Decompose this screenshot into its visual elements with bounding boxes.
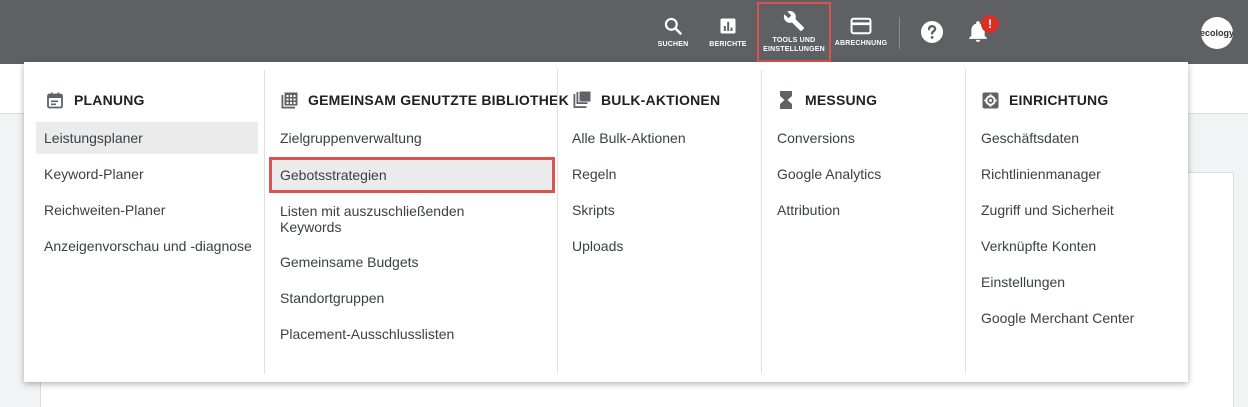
menu-item-skripts[interactable]: Skripts	[572, 202, 615, 218]
wrench-icon	[783, 11, 805, 32]
topbar-divider	[899, 17, 900, 49]
menu-item-verknuepfte-konten[interactable]: Verknüpfte Konten	[981, 238, 1096, 254]
column-planung: PLANUNG Leistungsplaner Keyword-Planer R…	[36, 70, 265, 374]
column-title: GEMEINSAM GENUTZTE BIBLIOTHEK	[308, 92, 569, 108]
column-einrichtung: EINRICHTUNG Geschäftsdaten Richtlinienma…	[965, 70, 1180, 374]
top-navigation-bar: SUCHEN BERICHTE TOOLS UND EINSTELLUNGEN …	[0, 0, 1248, 64]
tools-label-line1: TOOLS UND	[772, 37, 816, 44]
menu-item-gebotsstrategien[interactable]: Gebotsstrategien	[269, 157, 555, 193]
billing-label: ABRECHNUNG	[834, 39, 888, 47]
column-header: PLANUNG	[46, 88, 145, 112]
column-header: GEMEINSAM GENUTZTE BIBLIOTHEK	[280, 88, 569, 112]
column-title: BULK-AKTIONEN	[601, 92, 721, 108]
search-icon	[664, 17, 682, 35]
search-button[interactable]: SUCHEN	[651, 0, 695, 64]
column-messung: MESSUNG Conversions Google Analytics Att…	[761, 70, 965, 374]
menu-item-gemeinsame-budgets[interactable]: Gemeinsame Budgets	[280, 254, 419, 270]
column-title: EINRICHTUNG	[1009, 92, 1109, 108]
hourglass-icon	[777, 91, 795, 109]
tools-menu-panel: PLANUNG Leistungsplaner Keyword-Planer R…	[24, 62, 1188, 382]
menu-item-attribution[interactable]: Attribution	[777, 202, 840, 218]
menu-item-geschaeftsdaten[interactable]: Geschäftsdaten	[981, 130, 1079, 146]
menu-item-regeln[interactable]: Regeln	[572, 166, 616, 182]
column-header: MESSUNG	[777, 88, 877, 112]
menu-item-zugriff-und-sicherheit[interactable]: Zugriff und Sicherheit	[981, 202, 1114, 218]
column-header: BULK-AKTIONEN	[573, 88, 720, 112]
menu-item-ausschluss-keywords[interactable]: Listen mit auszuschließenden Keywords	[280, 203, 500, 235]
column-bibliothek: GEMEINSAM GENUTZTE BIBLIOTHEK Zielgruppe…	[264, 70, 569, 374]
menu-item-einstellungen[interactable]: Einstellungen	[981, 274, 1065, 290]
billing-button[interactable]: ABRECHNUNG	[832, 0, 890, 64]
bar-chart-icon	[720, 18, 736, 33]
menu-item-alle-bulk-aktionen[interactable]: Alle Bulk-Aktionen	[572, 130, 686, 146]
credit-card-icon	[850, 17, 872, 34]
copy-icon	[573, 91, 591, 109]
tools-label-line2: EINSTELLUNGEN	[763, 46, 825, 53]
menu-item-google-analytics[interactable]: Google Analytics	[777, 166, 881, 182]
reports-button[interactable]: BERICHTE	[706, 0, 750, 64]
menu-item-leistungsplaner[interactable]: Leistungsplaner	[36, 122, 258, 154]
help-button[interactable]	[914, 0, 950, 64]
notification-badge: !	[981, 15, 999, 33]
avatar[interactable]: ecology	[1201, 17, 1233, 49]
menu-item-anzeigenvorschau[interactable]: Anzeigenvorschau und -diagnose	[44, 238, 252, 254]
menu-item-google-merchant-center[interactable]: Google Merchant Center	[981, 310, 1134, 326]
column-title: MESSUNG	[805, 92, 878, 108]
menu-item-keyword-planer[interactable]: Keyword-Planer	[44, 166, 144, 182]
library-icon	[280, 91, 298, 109]
menu-item-placement-ausschlusslisten[interactable]: Placement-Ausschlusslisten	[280, 326, 454, 342]
tools-and-settings-button[interactable]: TOOLS UND EINSTELLUNGEN	[757, 2, 831, 62]
reports-label: BERICHTE	[709, 40, 747, 48]
menu-item-reichweiten-planer[interactable]: Reichweiten-Planer	[44, 202, 165, 218]
settings-icon	[981, 91, 999, 109]
search-label: SUCHEN	[657, 40, 689, 48]
menu-item-standortgruppen[interactable]: Standortgruppen	[280, 290, 384, 306]
tools-label: TOOLS UND EINSTELLUNGEN	[763, 36, 825, 54]
menu-item-uploads[interactable]: Uploads	[572, 238, 623, 254]
menu-item-richtlinienmanager[interactable]: Richtlinienmanager	[981, 166, 1101, 182]
calendar-icon	[46, 91, 64, 109]
column-header: EINRICHTUNG	[981, 88, 1108, 112]
menu-item-conversions[interactable]: Conversions	[777, 130, 855, 146]
column-bulk-aktionen: BULK-AKTIONEN Alle Bulk-Aktionen Regeln …	[557, 70, 761, 374]
menu-item-zielgruppenverwaltung[interactable]: Zielgruppenverwaltung	[280, 130, 422, 146]
help-icon	[921, 21, 943, 43]
column-title: PLANUNG	[74, 92, 145, 108]
